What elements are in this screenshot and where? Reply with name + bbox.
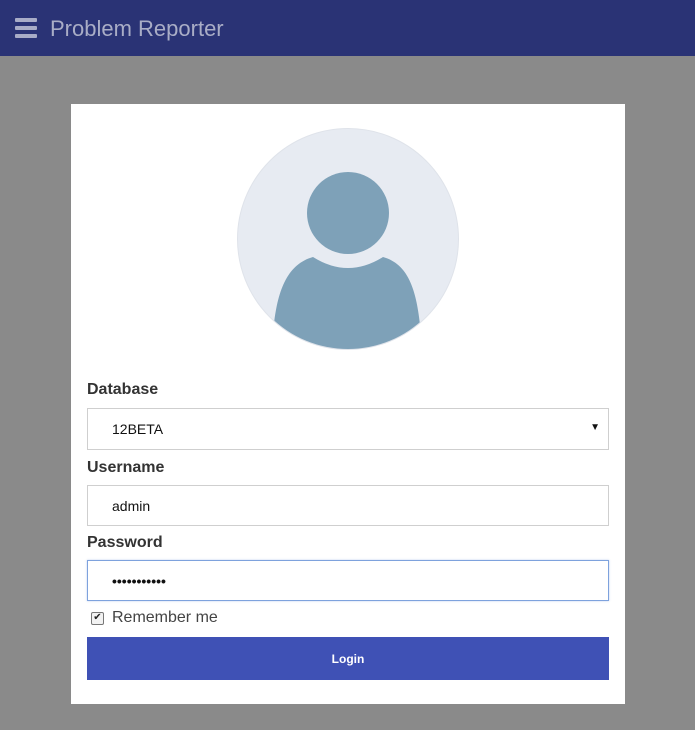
checkbox-checked-icon[interactable]: ✔ (91, 611, 104, 625)
hamburger-menu-icon[interactable] (15, 18, 37, 38)
username-label: Username (87, 459, 165, 476)
username-input[interactable]: admin (87, 485, 609, 526)
password-input[interactable]: ••••••••••• (87, 560, 609, 601)
database-select[interactable]: 12BETA ▼ (87, 408, 609, 450)
login-card: Database 12BETA ▼ Username admin Passwor… (71, 104, 625, 704)
login-button[interactable]: Login (87, 637, 609, 680)
username-value: admin (112, 497, 151, 514)
remember-me-checkbox[interactable]: ✔ Remember me (91, 609, 218, 627)
user-avatar-icon (237, 128, 459, 350)
caret-down-icon: ▼ (590, 422, 600, 433)
password-label: Password (87, 534, 163, 551)
app-header: Problem Reporter (0, 0, 695, 56)
remember-me-label: Remember me (112, 609, 218, 626)
database-label: Database (87, 381, 159, 398)
password-value: ••••••••••• (112, 572, 166, 589)
database-value: 12BETA (112, 421, 164, 437)
app-title: Problem Reporter (50, 16, 224, 41)
